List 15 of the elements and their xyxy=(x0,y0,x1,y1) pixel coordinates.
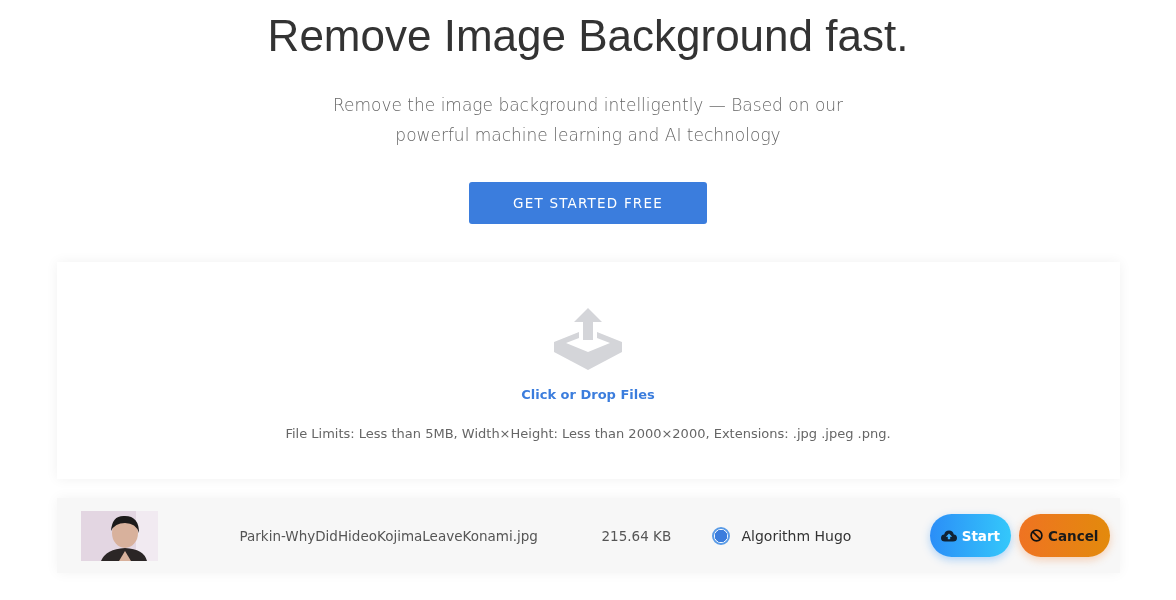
upload-area[interactable]: Click or Drop Files File Limits: Less than 5MB, Width×Height: Less than 2000×2000, Extensions: .jpg .jpeg .png. xyxy=(56,262,1120,479)
algorithm-label: Algorithm Hugo xyxy=(741,527,852,544)
file-name: Parkin-WhyDidHideoKojimaLeaveKonami.jpg xyxy=(239,527,539,544)
get-started-button[interactable]: GET STARTED FREE xyxy=(469,182,707,224)
radio-button[interactable] xyxy=(711,526,730,545)
click-or-drop-link[interactable]: Click or Drop Files xyxy=(521,387,655,402)
cloud-upload-icon xyxy=(940,529,957,542)
file-size: 215.64 KB xyxy=(601,527,673,544)
prohibited-icon xyxy=(1030,529,1044,542)
cancel-button[interactable]: Cancel xyxy=(1019,514,1110,557)
start-button[interactable]: Start xyxy=(929,514,1012,557)
file-limits-text: File Limits: Less than 5MB, Width×Height: Less than 2000×2000, Extensions: .jpg .jpeg .png. xyxy=(285,426,891,441)
subtitle: Remove the image background intelligently — Based on our powerful machine learning and AI technology xyxy=(331,94,845,147)
page-title: Remove Image Background fast. xyxy=(267,10,909,62)
upload-tray-icon xyxy=(554,308,622,370)
